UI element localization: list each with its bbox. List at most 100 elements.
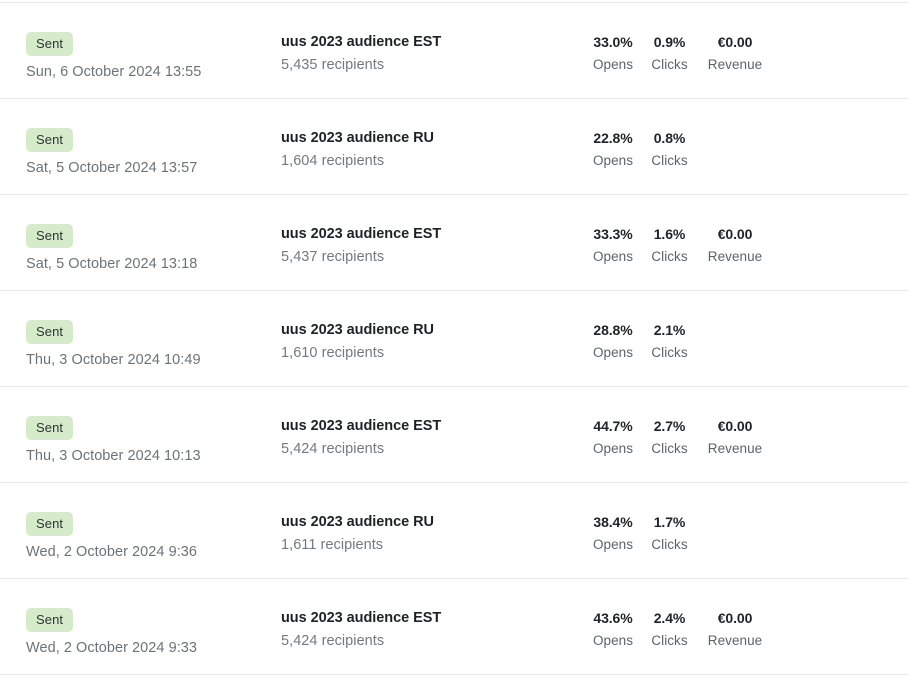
campaign-row[interactable]: Sent Sun, 6 October 2024 13:55 uus 2023 … (0, 3, 918, 99)
campaign-name-link[interactable]: uus 2023 audience EST (281, 418, 581, 434)
status-badge: Sent (26, 128, 74, 152)
campaign-send-date: Wed, 2 October 2024 9:36 (26, 544, 198, 560)
status-badge: Sent (26, 608, 74, 632)
stat-clicks: 0.9% Clicks (643, 34, 696, 72)
stat-revenue-value: €0.00 (717, 418, 753, 434)
stat-opens: 22.8% Opens (588, 130, 638, 168)
stat-opens-label: Opens (592, 441, 634, 456)
stat-revenue-label: Revenue (707, 441, 763, 456)
stat-opens-label: Opens (592, 57, 634, 72)
status-badge: Sent (26, 416, 74, 440)
stat-clicks-value: 2.1% (653, 322, 686, 338)
campaign-name-link[interactable]: uus 2023 audience RU (281, 130, 581, 146)
campaign-recipients: 1,610 recipients (281, 345, 385, 361)
stat-revenue: €0.00 Revenue (702, 226, 768, 264)
campaign-row[interactable]: Sent Wed, 2 October 2024 9:33 uus 2023 a… (0, 579, 918, 675)
stat-clicks-label: Clicks (651, 249, 688, 264)
stat-clicks-label: Clicks (651, 537, 688, 552)
stat-clicks-label: Clicks (651, 153, 688, 168)
stat-revenue: €0.00 Revenue (702, 610, 768, 648)
campaign-stats-column: 33.3% Opens 1.6% Clicks €0.00 Revenue (581, 195, 918, 264)
campaign-info-column: uus 2023 audience EST 5,424 recipients (281, 387, 581, 457)
stat-opens: 38.4% Opens (588, 514, 638, 552)
campaign-send-date: Sun, 6 October 2024 13:55 (26, 64, 202, 80)
campaign-status-column: Sent Thu, 3 October 2024 10:13 (0, 387, 281, 464)
stat-opens: 44.7% Opens (588, 418, 638, 456)
campaign-send-date: Sat, 5 October 2024 13:18 (26, 256, 198, 272)
campaign-recipients: 1,604 recipients (281, 153, 385, 169)
stat-clicks-value: 0.9% (653, 34, 686, 50)
stat-revenue-value: €0.00 (717, 610, 753, 626)
campaign-name-link[interactable]: uus 2023 audience EST (281, 610, 581, 626)
campaign-stats-column: 38.4% Opens 1.7% Clicks Revenue (581, 483, 918, 552)
stat-clicks-value: 1.6% (653, 226, 686, 242)
campaign-row[interactable]: Sent Thu, 3 October 2024 10:13 uus 2023 … (0, 387, 918, 483)
campaign-send-date: Sat, 5 October 2024 13:57 (26, 160, 198, 176)
stat-revenue-label: Revenue (707, 633, 763, 648)
stat-opens-value: 44.7% (593, 418, 633, 434)
campaign-send-date: Thu, 3 October 2024 10:49 (26, 352, 201, 368)
stat-clicks-label: Clicks (651, 633, 688, 648)
stat-opens-label: Opens (592, 153, 634, 168)
stat-clicks-label: Clicks (651, 345, 688, 360)
campaign-row[interactable]: Sent Sat, 5 October 2024 13:57 uus 2023 … (0, 99, 918, 195)
campaign-recipients: 1,611 recipients (281, 537, 384, 553)
stat-clicks: 1.6% Clicks (643, 226, 696, 264)
stat-clicks-value: 1.7% (653, 514, 686, 530)
stat-opens-value: 22.8% (593, 130, 633, 146)
stat-clicks: 1.7% Clicks (643, 514, 696, 552)
stat-opens-value: 33.0% (593, 34, 633, 50)
campaign-status-column: Sent Sat, 5 October 2024 13:57 (0, 99, 281, 176)
campaign-recipients: 5,424 recipients (281, 441, 385, 457)
row-divider (0, 674, 908, 675)
campaign-status-column: Sent Wed, 2 October 2024 9:33 (0, 579, 281, 656)
campaign-stats-column: 33.0% Opens 0.9% Clicks €0.00 Revenue (581, 3, 918, 72)
stat-revenue: €0.00 Revenue (702, 34, 768, 72)
stat-revenue-value: €0.00 (717, 226, 753, 242)
stat-opens-value: 38.4% (593, 514, 633, 530)
stat-opens-value: 28.8% (593, 322, 633, 338)
stat-opens: 33.0% Opens (588, 34, 638, 72)
campaign-list: Sent Sun, 6 October 2024 13:55 uus 2023 … (0, 2, 918, 675)
stat-clicks: 2.4% Clicks (643, 610, 696, 648)
campaign-send-date: Wed, 2 October 2024 9:33 (26, 640, 198, 656)
stat-opens-label: Opens (592, 633, 634, 648)
campaign-status-column: Sent Sun, 6 October 2024 13:55 (0, 3, 281, 80)
campaign-name-link[interactable]: uus 2023 audience RU (281, 514, 581, 530)
campaign-info-column: uus 2023 audience RU 1,604 recipients (281, 99, 581, 169)
stat-clicks-value: 2.7% (653, 418, 686, 434)
campaign-name-link[interactable]: uus 2023 audience EST (281, 226, 581, 242)
stat-revenue-label: Revenue (707, 57, 763, 72)
campaign-name-link[interactable]: uus 2023 audience EST (281, 34, 581, 50)
stat-opens-value: 33.3% (593, 226, 633, 242)
stat-opens-label: Opens (592, 345, 634, 360)
campaign-info-column: uus 2023 audience RU 1,610 recipients (281, 291, 581, 361)
status-badge: Sent (26, 32, 74, 56)
stat-opens-label: Opens (592, 249, 634, 264)
stat-revenue-value: €0.00 (717, 34, 753, 50)
stat-clicks: 2.7% Clicks (643, 418, 696, 456)
campaign-status-column: Sent Wed, 2 October 2024 9:36 (0, 483, 281, 560)
status-badge: Sent (26, 512, 74, 536)
campaign-recipients: 5,424 recipients (281, 633, 385, 649)
stat-clicks-value: 2.4% (653, 610, 686, 626)
stat-opens: 43.6% Opens (588, 610, 638, 648)
campaign-info-column: uus 2023 audience EST 5,435 recipients (281, 3, 581, 73)
stat-clicks: 0.8% Clicks (643, 130, 696, 168)
campaign-info-column: uus 2023 audience EST 5,424 recipients (281, 579, 581, 649)
campaign-name-link[interactable]: uus 2023 audience RU (281, 322, 581, 338)
campaign-stats-column: 43.6% Opens 2.4% Clicks €0.00 Revenue (581, 579, 918, 648)
stat-opens-label: Opens (592, 537, 634, 552)
campaign-recipients: 5,435 recipients (281, 57, 385, 73)
stat-opens: 33.3% Opens (588, 226, 638, 264)
campaign-row[interactable]: Sent Wed, 2 October 2024 9:36 uus 2023 a… (0, 483, 918, 579)
campaign-row[interactable]: Sent Sat, 5 October 2024 13:18 uus 2023 … (0, 195, 918, 291)
status-badge: Sent (26, 224, 74, 248)
campaign-row[interactable]: Sent Thu, 3 October 2024 10:49 uus 2023 … (0, 291, 918, 387)
campaign-stats-column: 22.8% Opens 0.8% Clicks Revenue (581, 99, 918, 168)
campaign-send-date: Thu, 3 October 2024 10:13 (26, 448, 201, 464)
campaign-status-column: Sent Thu, 3 October 2024 10:49 (0, 291, 281, 368)
stat-opens-value: 43.6% (593, 610, 633, 626)
stat-revenue-label: Revenue (707, 249, 763, 264)
stat-revenue: €0.00 Revenue (702, 418, 768, 456)
